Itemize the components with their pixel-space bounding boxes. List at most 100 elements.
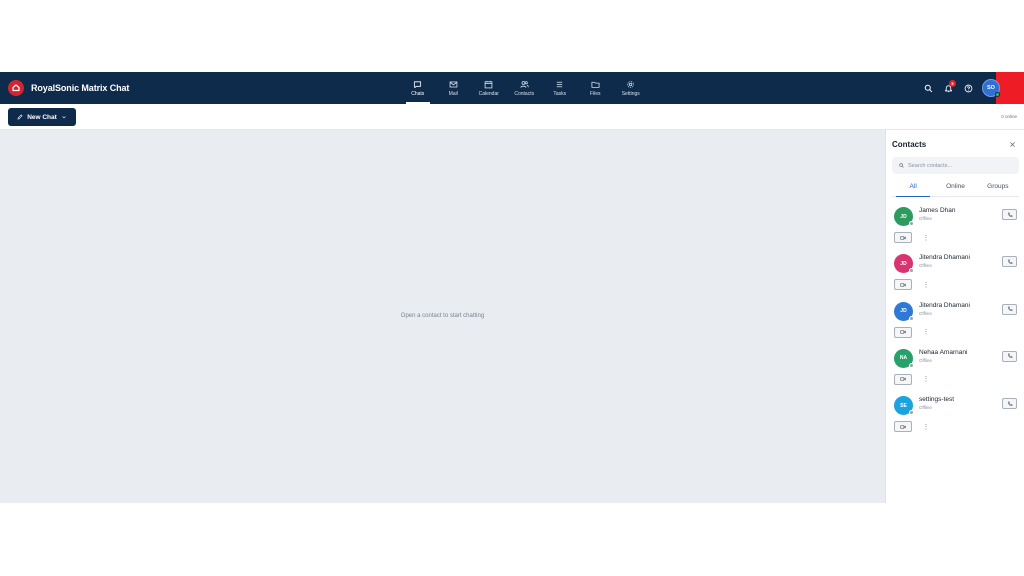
- phone-icon: [1007, 212, 1012, 217]
- more-options-icon[interactable]: ⋮: [922, 279, 930, 290]
- chevron-down-icon: [62, 116, 66, 119]
- nav-chats-label: Chats: [411, 90, 425, 97]
- avatar: JD: [894, 254, 914, 274]
- avatar: JD: [894, 301, 914, 321]
- presence-dot: [909, 410, 914, 416]
- contact-initials: SE: [900, 402, 907, 409]
- search-icon: [899, 163, 904, 168]
- nav-chats[interactable]: Chats: [400, 72, 436, 104]
- contact-name: Jitendra Dhamani: [919, 301, 970, 309]
- close-icon[interactable]: [1009, 141, 1016, 148]
- contact-status: Offline: [919, 310, 932, 316]
- contact-item[interactable]: JD Jitendra Dhamani Offline ⋮: [892, 300, 1019, 345]
- contact-initials: JD: [900, 308, 907, 315]
- nav-mail[interactable]: Mail: [436, 72, 472, 104]
- tab-online[interactable]: Online: [934, 183, 976, 196]
- new-chat-label: New Chat: [27, 113, 57, 121]
- contact-name: Jitendra Dhamani: [919, 254, 970, 262]
- help-button[interactable]: [958, 78, 978, 98]
- chat-area: Open a contact to start chatting: [0, 130, 885, 503]
- more-options-icon[interactable]: ⋮: [922, 232, 930, 243]
- contacts-icon: [520, 80, 529, 88]
- video-icon: [900, 236, 906, 239]
- more-options-icon[interactable]: ⋮: [922, 327, 930, 338]
- contact-initials: JD: [900, 213, 907, 220]
- avatar[interactable]: SO: [982, 79, 1000, 97]
- video-icon: [900, 330, 906, 334]
- presence-dot: [909, 268, 914, 274]
- header-actions: 5 SO: [918, 72, 1024, 104]
- video-call-button[interactable]: [894, 421, 912, 433]
- video-call-button[interactable]: [894, 373, 912, 385]
- phone-icon: [1007, 306, 1012, 312]
- presence-dot: [909, 315, 914, 321]
- contact-item[interactable]: NA Nehaa Amarnani Offline ⋮: [892, 347, 1019, 392]
- main-nav: Chats Mail Calendar Contacts Tasks Files: [400, 72, 649, 104]
- app-title: RoyalSonic Matrix Chat: [31, 83, 130, 93]
- contact-initials: JD: [900, 260, 907, 267]
- contact-item[interactable]: JD James Dhan Offline ⋮: [892, 205, 1019, 250]
- tab-groups[interactable]: Groups: [977, 183, 1019, 196]
- contact-name: Nehaa Amarnani: [919, 348, 968, 356]
- video-icon: [900, 377, 906, 381]
- contact-initials: NA: [899, 355, 908, 362]
- nav-contacts-label: Contacts: [514, 90, 535, 97]
- nav-tasks[interactable]: Tasks: [542, 72, 578, 104]
- contact-name: James Dhan: [919, 207, 956, 214]
- phone-icon: [1007, 401, 1012, 406]
- voice-call-button[interactable]: [1002, 398, 1017, 410]
- video-call-button[interactable]: [894, 279, 912, 291]
- search-button[interactable]: [918, 78, 938, 98]
- user-menu[interactable]: SO: [978, 72, 1024, 104]
- nav-tasks-label: Tasks: [553, 90, 567, 97]
- avatar: SE: [894, 396, 914, 416]
- video-call-button[interactable]: [894, 326, 912, 338]
- user-initials: SO: [987, 85, 995, 91]
- video-call-button[interactable]: [894, 232, 912, 243]
- contact-status: Offline: [919, 216, 932, 221]
- nav-settings-label: Settings: [621, 90, 640, 97]
- nav-contacts[interactable]: Contacts: [507, 72, 543, 104]
- voice-call-button[interactable]: [1002, 350, 1017, 362]
- presence-dot: [909, 362, 914, 368]
- contact-status: Offline: [919, 263, 932, 269]
- notification-badge: 5: [949, 80, 956, 87]
- new-chat-button[interactable]: New Chat: [8, 108, 76, 126]
- nav-calendar-label: Calendar: [478, 90, 499, 97]
- toolbar: New Chat 0 online: [0, 104, 1024, 130]
- app-window: RoyalSonic Matrix Chat Chats Mail Calend…: [0, 72, 1024, 503]
- online-count: 0 online: [1001, 114, 1017, 119]
- pencil-icon: [17, 114, 23, 120]
- empty-state-message: Open a contact to start chatting: [400, 313, 485, 319]
- search-icon: [924, 84, 932, 92]
- video-icon: [900, 425, 906, 429]
- avatar: NA: [894, 348, 914, 368]
- phone-icon: [1007, 259, 1012, 264]
- mail-icon: [449, 81, 458, 87]
- calendar-icon: [484, 80, 493, 88]
- more-options-icon[interactable]: ⋮: [922, 374, 930, 385]
- tasks-icon: [557, 81, 563, 87]
- contact-item[interactable]: JD Jitendra Dhamani Offline ⋮: [892, 252, 1019, 297]
- more-options-icon[interactable]: ⋮: [922, 421, 930, 432]
- folder-icon: [591, 81, 600, 88]
- top-bar: RoyalSonic Matrix Chat Chats Mail Calend…: [0, 72, 1024, 104]
- nav-files-label: Files: [589, 90, 601, 97]
- voice-call-button[interactable]: [1002, 256, 1017, 268]
- search-input[interactable]: [908, 162, 1013, 169]
- contact-tabs: All Online Groups: [892, 183, 1019, 197]
- nav-files[interactable]: Files: [578, 72, 614, 104]
- nav-mail-label: Mail: [448, 90, 458, 97]
- panel-title: Contacts: [892, 140, 927, 149]
- tab-all[interactable]: All: [892, 183, 934, 197]
- notifications-button[interactable]: 5: [938, 78, 958, 98]
- contact-item[interactable]: SE settings-test Offline ⋮: [892, 394, 1019, 439]
- nav-calendar[interactable]: Calendar: [471, 72, 507, 104]
- contact-search: [892, 157, 1019, 174]
- voice-call-button[interactable]: [1002, 303, 1017, 315]
- contacts-panel: Contacts All Online Groups JD James Dhan…: [885, 130, 1024, 503]
- brand[interactable]: RoyalSonic Matrix Chat: [8, 80, 129, 96]
- voice-call-button[interactable]: [1002, 209, 1017, 220]
- nav-settings[interactable]: Settings: [613, 72, 649, 104]
- brand-logo-icon: [8, 80, 24, 96]
